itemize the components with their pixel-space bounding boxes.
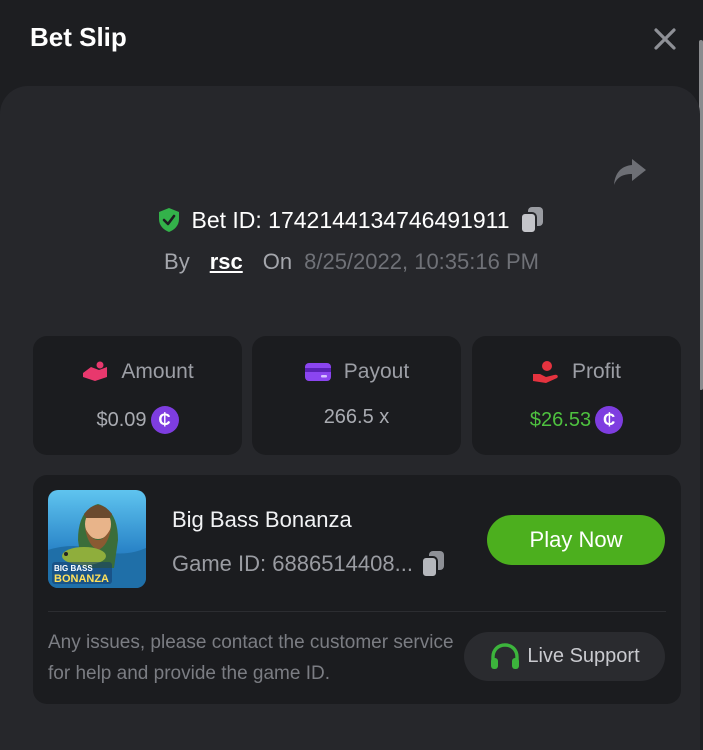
game-thumbnail[interactable]: BIG BASS BONANZA xyxy=(48,490,146,588)
copy-icon xyxy=(420,551,444,578)
copy-icon xyxy=(519,207,543,234)
on-label: On xyxy=(262,249,293,274)
bet-date: 8/25/2022, 10:35:16 PM xyxy=(304,249,539,274)
live-support-button[interactable]: Live Support xyxy=(464,632,665,681)
amount-label: Amount xyxy=(121,360,194,383)
payout-card-icon xyxy=(304,363,331,381)
profit-value: $26.53 xyxy=(529,408,592,431)
thumb-title-bottom: BONANZA xyxy=(54,573,109,585)
close-icon xyxy=(654,28,676,50)
page-title: Bet Slip xyxy=(30,22,127,52)
live-support-label: Live Support xyxy=(527,645,640,667)
thumb-title-top: BIG BASS xyxy=(54,564,93,573)
close-button[interactable] xyxy=(648,22,682,56)
header: Bet Slip xyxy=(0,0,703,80)
bet-id-row: Bet ID: 1742144134746491911 xyxy=(0,200,703,240)
coin-icon: ₵ xyxy=(595,406,624,434)
user-link[interactable]: rsc xyxy=(210,249,243,275)
share-icon xyxy=(614,159,646,185)
profit-icon xyxy=(532,361,558,383)
amount-icon xyxy=(83,361,108,381)
support-message: Any issues, please contact the customer … xyxy=(48,632,454,684)
share-button[interactable] xyxy=(608,152,652,192)
play-now-button[interactable]: Play Now xyxy=(487,515,665,565)
payout-value: 266.5 x xyxy=(323,406,390,428)
profit-card: Profit $26.53 ₵ xyxy=(472,336,681,455)
game-card: BIG BASS BONANZA Big Bass Bonanza Game I… xyxy=(33,475,681,704)
headset-icon xyxy=(491,642,520,669)
profit-label: Profit xyxy=(571,360,621,383)
shield-check-icon xyxy=(159,208,180,232)
payout-label: Payout xyxy=(343,360,410,383)
coin-icon: ₵ xyxy=(150,406,179,434)
payout-card: Payout 266.5 x xyxy=(252,336,461,455)
game-name[interactable]: Big Bass Bonanza xyxy=(172,507,352,533)
bet-meta-row: By rsc On 8/25/2022, 10:35:16 PM xyxy=(0,244,703,280)
amount-value: $0.09 xyxy=(96,408,147,431)
game-id: Game ID: 6886514408... xyxy=(172,551,413,576)
game-id-row: Game ID: 6886514408... xyxy=(172,549,447,579)
by-label: By xyxy=(164,249,190,274)
bet-id: Bet ID: 1742144134746491911 xyxy=(191,206,510,233)
divider xyxy=(48,611,666,612)
amount-card: Amount $0.09 ₵ xyxy=(33,336,242,455)
copy-bet-id-button[interactable] xyxy=(519,205,546,235)
copy-game-id-button[interactable] xyxy=(420,549,447,579)
